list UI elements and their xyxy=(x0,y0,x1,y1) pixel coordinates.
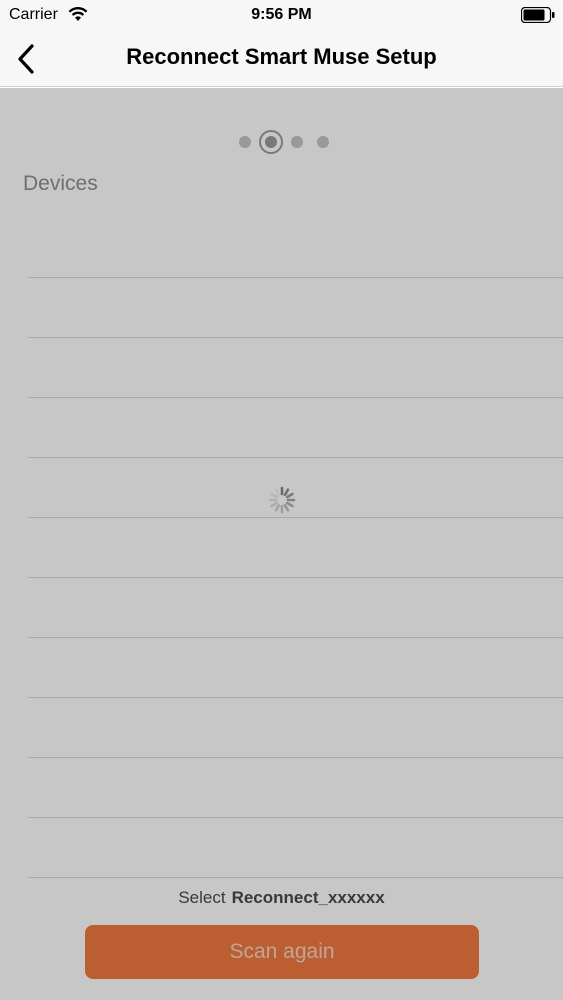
spinner-icon xyxy=(268,486,296,514)
page-title: Reconnect Smart Muse Setup xyxy=(126,44,437,69)
battery-icon xyxy=(521,7,555,23)
status-bar: Carrier 9:56 PM xyxy=(0,0,563,30)
navigation-bar: Reconnect Smart Muse Setup xyxy=(0,30,563,87)
loading-overlay xyxy=(0,88,563,1000)
clock: 9:56 PM xyxy=(251,6,312,23)
